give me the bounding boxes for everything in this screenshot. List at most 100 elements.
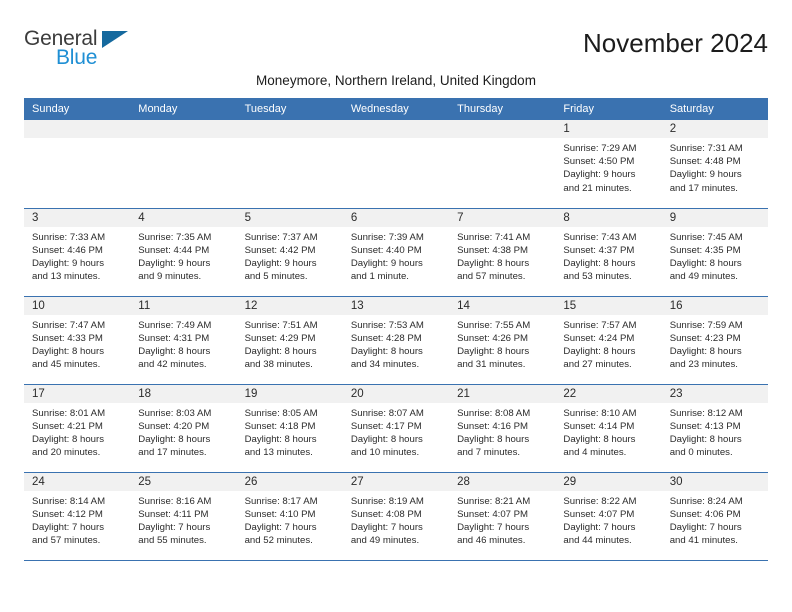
calendar-cell-day[interactable]: 9 Sunrise: 7:45 AM Sunset: 4:35 PM Daylight…	[661, 207, 768, 296]
day-number: 18	[130, 384, 237, 403]
calendar-cell-day[interactable]: 12 Sunrise: 7:51 AM Sunset: 4:29 PM Dayligh…	[236, 295, 343, 384]
daylight-text-line1: Daylight: 8 hours	[669, 257, 742, 269]
daylight-text-line1: Daylight: 9 hours	[669, 169, 742, 181]
calendar-cell-day[interactable]: 5 Sunrise: 7:37 AM Sunset: 4:42 PM Daylight…	[236, 207, 343, 296]
day-number: 14	[449, 296, 556, 315]
brand-logo[interactable]: General Blue	[24, 28, 136, 72]
calendar-cell-day[interactable]: 13 Sunrise: 7:53 AM Sunset: 4:28 PM Dayligh…	[342, 295, 450, 384]
day-number: 5	[236, 208, 343, 227]
sunset-text: Sunset: 4:12 PM	[32, 508, 103, 520]
day-details: Sunrise: 8:03 AM Sunset: 4:20 PM Daylight:…	[130, 403, 236, 460]
calendar-week-row: 1 Sunrise: 7:29 AM Sunset: 4:50 PM Daylight…	[24, 120, 768, 208]
calendar-cell-day[interactable]: 21 Sunrise: 8:08 AM Sunset: 4:16 PM Dayligh…	[449, 383, 556, 472]
calendar-cell-day[interactable]: 28 Sunrise: 8:21 AM Sunset: 4:07 PM Dayligh…	[449, 471, 556, 561]
day-number	[236, 120, 343, 138]
day-number: 2	[661, 120, 768, 138]
day-details: Sunrise: 7:57 AM Sunset: 4:24 PM Daylight:…	[555, 315, 661, 372]
calendar-cell-day[interactable]: 27 Sunrise: 8:19 AM Sunset: 4:08 PM Dayligh…	[342, 471, 450, 561]
day-details: Sunrise: 8:22 AM Sunset: 4:07 PM Daylight:…	[555, 491, 661, 548]
calendar-cell-day[interactable]: 29 Sunrise: 8:22 AM Sunset: 4:07 PM Dayligh…	[555, 471, 662, 561]
daylight-text-line1: Daylight: 8 hours	[244, 433, 317, 445]
day-number: 23	[661, 384, 768, 403]
calendar-cell-day[interactable]: 10 Sunrise: 7:47 AM Sunset: 4:33 PM Dayligh…	[24, 295, 131, 384]
daylight-text-line1: Daylight: 8 hours	[138, 433, 211, 445]
calendar-cell-day[interactable]: 30 Sunrise: 8:24 AM Sunset: 4:06 PM Dayligh…	[661, 471, 768, 561]
calendar-cell-day[interactable]: 11 Sunrise: 7:49 AM Sunset: 4:31 PM Dayligh…	[130, 295, 237, 384]
sunset-text: Sunset: 4:18 PM	[244, 420, 316, 432]
day-number: 10	[24, 296, 131, 315]
day-number: 11	[130, 296, 237, 315]
calendar-cell-empty	[24, 120, 131, 208]
day-number: 26	[236, 472, 343, 491]
sunset-text: Sunset: 4:07 PM	[563, 508, 635, 520]
daylight-text-line2: and 23 minutes.	[669, 359, 738, 371]
calendar-cell-day[interactable]: 24 Sunrise: 8:14 AM Sunset: 4:12 PM Dayligh…	[24, 471, 131, 561]
sunrise-text: Sunrise: 7:31 AM	[669, 143, 743, 154]
sunrise-text: Sunrise: 7:51 AM	[244, 319, 318, 331]
sunrise-text: Sunrise: 7:45 AM	[669, 231, 743, 243]
calendar-cell-empty	[449, 120, 556, 208]
day-number	[130, 120, 237, 138]
weekday-header-wednesday: Wednesday	[342, 98, 450, 120]
calendar-cell-day[interactable]: 19 Sunrise: 8:05 AM Sunset: 4:18 PM Dayligh…	[236, 383, 343, 472]
triangle-icon	[102, 31, 128, 48]
sunrise-text: Sunrise: 8:07 AM	[350, 407, 424, 419]
calendar-cell-day[interactable]: 6 Sunrise: 7:39 AM Sunset: 4:40 PM Daylight…	[342, 207, 450, 296]
daylight-text-line2: and 57 minutes.	[32, 535, 101, 547]
daylight-text-line2: and 44 minutes.	[563, 535, 632, 547]
day-number: 4	[130, 208, 237, 227]
sunset-text: Sunset: 4:40 PM	[350, 244, 422, 256]
sunrise-text: Sunrise: 8:10 AM	[563, 407, 637, 419]
sunrise-text: Sunrise: 7:29 AM	[563, 143, 637, 154]
daylight-text-line1: Daylight: 9 hours	[350, 257, 423, 269]
calendar-cell-day[interactable]: 14 Sunrise: 7:55 AM Sunset: 4:26 PM Dayligh…	[449, 295, 556, 384]
daylight-text-line1: Daylight: 9 hours	[563, 169, 636, 181]
day-details: Sunrise: 7:47 AM Sunset: 4:33 PM Daylight:…	[24, 315, 130, 372]
day-details: Sunrise: 7:53 AM Sunset: 4:28 PM Daylight:…	[343, 315, 449, 372]
sunrise-text: Sunrise: 7:53 AM	[350, 319, 424, 331]
calendar-cell-day[interactable]: 17 Sunrise: 8:01 AM Sunset: 4:21 PM Dayligh…	[24, 383, 131, 472]
calendar-cell-day[interactable]: 18 Sunrise: 8:03 AM Sunset: 4:20 PM Dayligh…	[130, 383, 237, 472]
calendar-cell-day[interactable]: 4 Sunrise: 7:35 AM Sunset: 4:44 PM Daylight…	[130, 207, 237, 296]
day-number: 21	[449, 384, 556, 403]
day-number: 22	[555, 384, 662, 403]
calendar-cell-day[interactable]: 23 Sunrise: 8:12 AM Sunset: 4:13 PM Dayligh…	[661, 383, 768, 472]
day-details: Sunrise: 7:45 AM Sunset: 4:35 PM Daylight:…	[662, 227, 768, 284]
calendar-cell-day[interactable]: 7 Sunrise: 7:41 AM Sunset: 4:38 PM Daylight…	[449, 207, 556, 296]
calendar-cell-day[interactable]: 3 Sunrise: 7:33 AM Sunset: 4:46 PM Daylight…	[24, 207, 131, 296]
day-number: 16	[661, 296, 768, 315]
calendar-table: Sunday Monday Tuesday Wednesday Thursday…	[24, 98, 768, 561]
title-block: November 2024	[583, 28, 768, 58]
daylight-text-line2: and 27 minutes.	[563, 359, 632, 371]
calendar-cell-day[interactable]: 25 Sunrise: 8:16 AM Sunset: 4:11 PM Dayligh…	[130, 471, 237, 561]
calendar-cell-day[interactable]: 8 Sunrise: 7:43 AM Sunset: 4:37 PM Daylight…	[555, 207, 662, 296]
calendar-cell-day[interactable]: 16 Sunrise: 7:59 AM Sunset: 4:23 PM Dayligh…	[661, 295, 768, 384]
sunset-text: Sunset: 4:07 PM	[457, 508, 529, 520]
day-number: 8	[555, 208, 662, 227]
sunrise-text: Sunrise: 8:05 AM	[244, 407, 318, 419]
calendar-cell-day[interactable]: 26 Sunrise: 8:17 AM Sunset: 4:10 PM Dayligh…	[236, 471, 343, 561]
day-number: 17	[24, 384, 131, 403]
sunset-text: Sunset: 4:08 PM	[350, 508, 422, 520]
daylight-text-line1: Daylight: 8 hours	[563, 345, 636, 357]
daylight-text-line2: and 42 minutes.	[138, 359, 207, 371]
day-details: Sunrise: 7:51 AM Sunset: 4:29 PM Daylight:…	[237, 315, 343, 372]
weekday-header-saturday: Saturday	[661, 98, 768, 120]
daylight-text-line2: and 9 minutes.	[138, 271, 202, 283]
sunrise-text: Sunrise: 8:19 AM	[350, 495, 424, 507]
sunset-text: Sunset: 4:11 PM	[138, 508, 209, 520]
calendar-cell-day[interactable]: 1 Sunrise: 7:29 AM Sunset: 4:50 PM Daylight…	[555, 120, 662, 208]
calendar-cell-day[interactable]: 20 Sunrise: 8:07 AM Sunset: 4:17 PM Dayligh…	[342, 383, 450, 472]
daylight-text-line1: Daylight: 8 hours	[563, 433, 636, 445]
daylight-text-line1: Daylight: 7 hours	[138, 521, 211, 533]
calendar-cell-day[interactable]: 15 Sunrise: 7:57 AM Sunset: 4:24 PM Dayligh…	[555, 295, 662, 384]
day-number: 12	[236, 296, 343, 315]
sunrise-text: Sunrise: 7:35 AM	[138, 231, 212, 243]
calendar-cell-day[interactable]: 2 Sunrise: 7:31 AM Sunset: 4:48 PM Daylight…	[661, 120, 768, 208]
daylight-text-line2: and 53 minutes.	[563, 271, 632, 283]
calendar-cell-empty	[130, 120, 237, 208]
sunset-text: Sunset: 4:10 PM	[244, 508, 316, 520]
sunset-text: Sunset: 4:24 PM	[563, 332, 635, 344]
calendar-cell-day[interactable]: 22 Sunrise: 8:10 AM Sunset: 4:14 PM Dayligh…	[555, 383, 662, 472]
daylight-text-line1: Daylight: 7 hours	[32, 521, 104, 533]
